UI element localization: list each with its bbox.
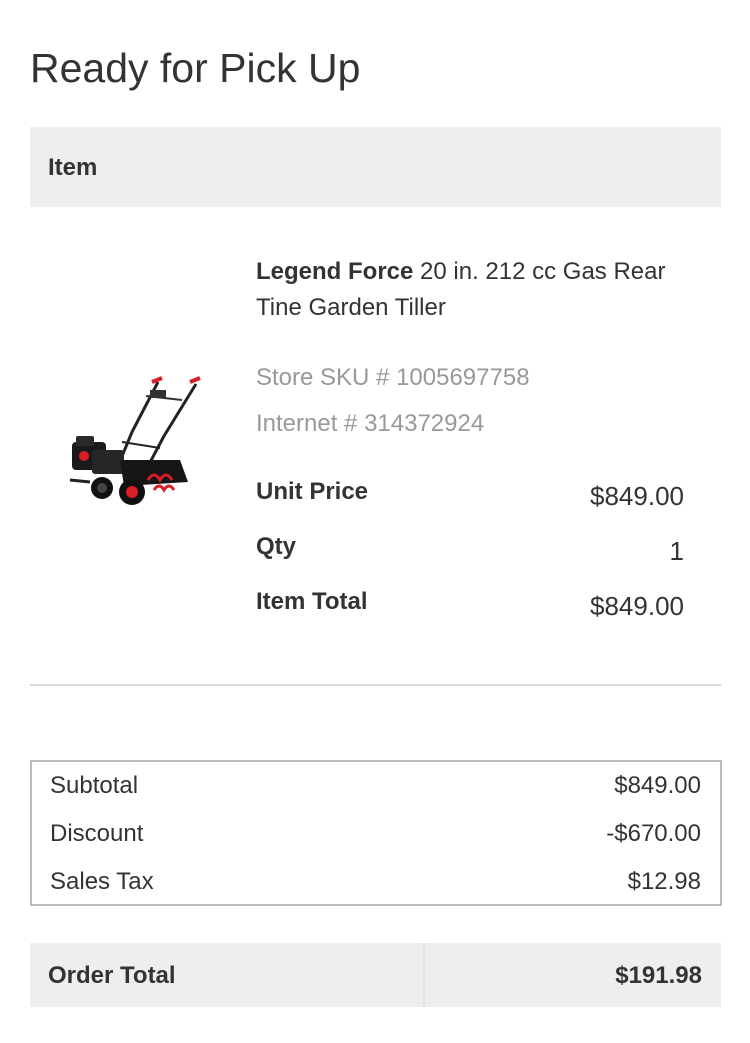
discount-label: Discount xyxy=(50,820,144,847)
items-table-header: Item xyxy=(30,127,721,207)
quantity-row: Qty 1 xyxy=(256,533,684,567)
quantity-label: Qty xyxy=(256,533,297,560)
discount-row: Discount -$670.00 xyxy=(50,820,701,854)
internet-number: Internet # 314372924 xyxy=(256,410,485,437)
order-total-value: $191.98 xyxy=(615,962,702,989)
product-name[interactable]: Legend Force 20 in. 212 cc Gas Rear Tine… xyxy=(256,254,676,326)
unit-price-row: Unit Price $849.00 xyxy=(256,478,684,512)
order-details-page: Ready for Pick Up Item Legend Force 20 i… xyxy=(0,0,750,1043)
product-brand: Legend Force xyxy=(256,258,414,285)
sales-tax-row: Sales Tax $12.98 xyxy=(50,868,701,902)
page-title: Ready for Pick Up xyxy=(30,45,361,91)
sales-tax-value: $12.98 xyxy=(627,868,701,895)
unit-price-label: Unit Price xyxy=(256,478,369,505)
unit-price-value: $849.00 xyxy=(590,481,684,511)
order-total-label: Order Total xyxy=(48,962,176,989)
item-total-row: Item Total $849.00 xyxy=(256,588,684,622)
subtotal-value: $849.00 xyxy=(614,772,701,799)
discount-value: -$670.00 xyxy=(606,820,701,847)
item-column-header: Item xyxy=(48,154,98,181)
sales-tax-label: Sales Tax xyxy=(50,868,154,895)
subtotal-row: Subtotal $849.00 xyxy=(50,772,701,806)
section-divider xyxy=(30,684,721,686)
order-total-row: Order Total $191.98 xyxy=(30,943,721,1007)
store-sku: Store SKU # 1005697758 xyxy=(256,364,530,391)
subtotal-label: Subtotal xyxy=(50,772,139,799)
order-total-divider xyxy=(423,943,425,1007)
order-summary-box: Subtotal $849.00 Discount -$670.00 Sales… xyxy=(30,760,722,906)
quantity-value: 1 xyxy=(669,536,684,566)
item-total-value: $849.00 xyxy=(590,591,684,621)
garden-tiller-product-image[interactable] xyxy=(62,370,207,520)
item-total-label: Item Total xyxy=(256,588,368,615)
